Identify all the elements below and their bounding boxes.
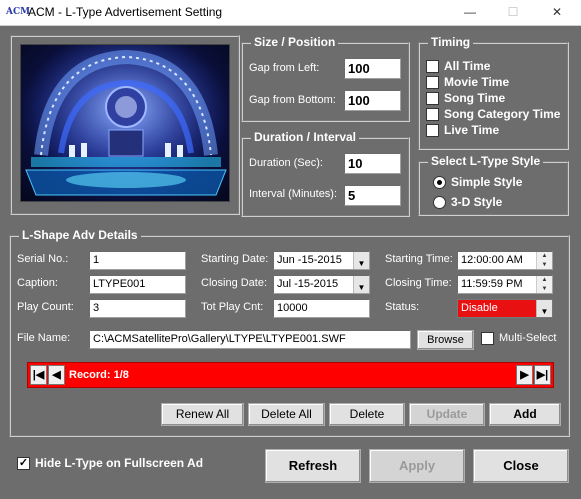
gap-bottom-input[interactable]: 100 bbox=[344, 90, 401, 111]
start-time-picker[interactable]: 12:00:00 AM ▲ ▼ bbox=[457, 251, 553, 270]
gap-left-input[interactable]: 100 bbox=[344, 58, 401, 79]
interval-label: Interval (Minutes): bbox=[249, 188, 338, 200]
status-label: Status: bbox=[385, 301, 420, 313]
size-position-legend: Size / Position bbox=[251, 35, 339, 49]
delete-button[interactable]: Delete bbox=[329, 403, 405, 426]
update-button[interactable]: Update bbox=[409, 403, 485, 426]
app-logo-icon: ACM bbox=[6, 7, 31, 17]
interval-input[interactable]: 5 bbox=[344, 185, 401, 206]
simple-style-radio[interactable] bbox=[433, 176, 446, 189]
serial-input[interactable]: 1 bbox=[89, 251, 186, 270]
song-time-label[interactable]: Song Time bbox=[444, 92, 505, 105]
hide-ltype-label[interactable]: Hide L-Type on Fullscreen Ad bbox=[35, 457, 203, 470]
caption-input[interactable]: LTYPE001 bbox=[89, 275, 186, 294]
simple-style-label[interactable]: Simple Style bbox=[451, 176, 522, 189]
chevron-down-icon[interactable]: ▼ bbox=[353, 276, 369, 293]
time-spinner[interactable]: ▲ ▼ bbox=[536, 252, 552, 269]
preview-image bbox=[20, 44, 230, 202]
play-count-label: Play Count: bbox=[17, 301, 74, 313]
close-window-button[interactable]: ✕ bbox=[542, 2, 572, 22]
gap-left-label: Gap from Left: bbox=[249, 62, 320, 74]
close-date-picker[interactable]: Jul -15-2015 ▼ bbox=[273, 275, 370, 294]
multi-select-checkbox[interactable] bbox=[481, 332, 494, 345]
renew-all-button[interactable]: Renew All bbox=[161, 403, 244, 426]
next-record-button[interactable]: ▶ bbox=[516, 365, 533, 385]
style-legend: Select L-Type Style bbox=[428, 154, 544, 168]
status-select[interactable]: Disable ▼ bbox=[457, 299, 553, 318]
hide-ltype-checkbox[interactable]: ✓ bbox=[17, 457, 30, 470]
movie-time-label[interactable]: Movie Time bbox=[444, 76, 509, 89]
live-time-label[interactable]: Live Time bbox=[444, 124, 499, 137]
details-legend: L-Shape Adv Details bbox=[19, 228, 141, 242]
delete-all-button[interactable]: Delete All bbox=[248, 403, 325, 426]
start-time-label: Starting Time: bbox=[385, 253, 453, 265]
duration-label: Duration (Sec): bbox=[249, 157, 323, 169]
3d-style-label[interactable]: 3-D Style bbox=[451, 196, 502, 209]
minimize-button[interactable]: — bbox=[455, 2, 485, 22]
status-value: Disable bbox=[461, 302, 498, 314]
start-time-value: 12:00:00 AM bbox=[461, 254, 523, 266]
close-time-label: Closing Time: bbox=[385, 277, 452, 289]
maximize-button[interactable]: ☐ bbox=[498, 2, 528, 22]
title-bar: ACM ACM - L-Type Advertisement Setting —… bbox=[0, 0, 581, 26]
last-record-button[interactable]: ▶| bbox=[534, 365, 551, 385]
record-indicator: Record: 1/8 bbox=[69, 369, 129, 381]
first-record-button[interactable]: |◀ bbox=[30, 365, 47, 385]
apply-button[interactable]: Apply bbox=[369, 449, 465, 483]
3d-style-radio[interactable] bbox=[433, 196, 446, 209]
serial-label: Serial No.: bbox=[17, 253, 69, 265]
multi-select-label[interactable]: Multi-Select bbox=[499, 332, 556, 345]
close-button[interactable]: Close bbox=[473, 449, 569, 483]
song-category-time-checkbox[interactable] bbox=[426, 108, 439, 121]
window-title: ACM - L-Type Advertisement Setting bbox=[28, 5, 223, 19]
tot-play-input[interactable]: 10000 bbox=[273, 299, 370, 318]
close-date-label: Closing Date: bbox=[201, 277, 268, 289]
browse-button[interactable]: Browse bbox=[417, 330, 474, 350]
all-time-label[interactable]: All Time bbox=[444, 60, 490, 73]
prev-record-button[interactable]: ◀ bbox=[48, 365, 65, 385]
duration-input[interactable]: 10 bbox=[344, 153, 401, 174]
add-button[interactable]: Add bbox=[489, 403, 561, 426]
record-navigator: |◀ ◀ Record: 1/8 ▶ ▶| bbox=[27, 362, 554, 388]
file-name-input[interactable]: C:\ACMSatellitePro\Gallery\LTYPE\LTYPE00… bbox=[89, 330, 411, 349]
song-category-time-label[interactable]: Song Category Time bbox=[444, 108, 560, 121]
all-time-checkbox[interactable] bbox=[426, 60, 439, 73]
live-time-checkbox[interactable] bbox=[426, 124, 439, 137]
song-time-checkbox[interactable] bbox=[426, 92, 439, 105]
close-time-value: 11:59:59 PM bbox=[461, 278, 523, 290]
gap-bottom-label: Gap from Bottom: bbox=[249, 94, 336, 106]
tot-play-label: Tot Play Cnt: bbox=[201, 301, 264, 313]
timing-legend: Timing bbox=[428, 35, 474, 49]
caption-label: Caption: bbox=[17, 277, 58, 289]
chevron-down-icon[interactable]: ▼ bbox=[536, 300, 552, 317]
start-date-picker[interactable]: Jun -15-2015 ▼ bbox=[273, 251, 370, 270]
time-spinner[interactable]: ▲ ▼ bbox=[536, 276, 552, 293]
start-date-value: Jun -15-2015 bbox=[277, 254, 342, 266]
close-time-picker[interactable]: 11:59:59 PM ▲ ▼ bbox=[457, 275, 553, 294]
close-date-value: Jul -15-2015 bbox=[277, 278, 339, 290]
duration-interval-legend: Duration / Interval bbox=[251, 130, 360, 144]
chevron-down-icon[interactable]: ▼ bbox=[353, 252, 369, 269]
refresh-button[interactable]: Refresh bbox=[265, 449, 361, 483]
start-date-label: Starting Date: bbox=[201, 253, 269, 265]
movie-time-checkbox[interactable] bbox=[426, 76, 439, 89]
play-count-input[interactable]: 3 bbox=[89, 299, 186, 318]
file-name-label: File Name: bbox=[17, 332, 71, 344]
